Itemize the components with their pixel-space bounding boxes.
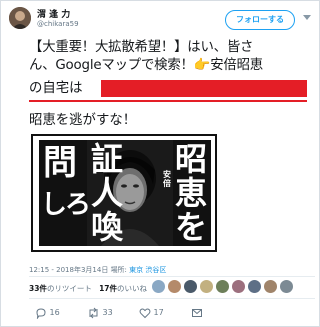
redaction-underline xyxy=(29,100,307,102)
retweet-label[interactable]: のリツイート xyxy=(47,284,92,293)
tweet-text-line: 【大重要！大拡散希望！】はい、皆さ xyxy=(29,40,254,55)
tweet-image[interactable]: 問 しろ 証人喚 昭恵を 安倍 xyxy=(31,134,217,252)
liker-avatar[interactable] xyxy=(215,279,230,294)
like-label[interactable]: のいいね xyxy=(117,284,147,293)
location-link[interactable]: 東京 渋谷区 xyxy=(129,266,166,274)
divider xyxy=(29,276,315,277)
tweet-text-line: 昭恵を逃がすな！ xyxy=(29,113,137,128)
liker-avatar[interactable] xyxy=(279,279,294,294)
redaction-bar xyxy=(101,80,307,97)
like-count[interactable]: 17件 xyxy=(99,284,117,293)
liker-avatar[interactable] xyxy=(231,279,246,294)
divider xyxy=(29,298,315,299)
retweet-count[interactable]: 33件 xyxy=(29,284,47,293)
poster-text: 問 xyxy=(43,143,77,183)
reply-count: 16 xyxy=(49,308,60,317)
liker-avatar[interactable] xyxy=(199,279,214,294)
liker-avatar[interactable] xyxy=(263,279,278,294)
mail-icon xyxy=(192,308,202,317)
tweet-text: 【大重要！大拡散希望！】はい、皆さ ん、Googleマップで検索！👉安倍昭恵 xyxy=(29,39,315,75)
poster-text: 証人喚 xyxy=(91,140,124,246)
direct-message-button[interactable] xyxy=(191,306,203,320)
poster-text: 昭恵を xyxy=(175,140,208,246)
poster-text: しろ xyxy=(41,190,91,220)
poster-background: 問 しろ 証人喚 昭恵を 安倍 xyxy=(39,140,211,246)
reply-icon xyxy=(36,307,46,320)
retweet-button[interactable]: 33 xyxy=(87,306,113,320)
like-button[interactable]: 17 xyxy=(139,306,164,320)
retweet-count: 33 xyxy=(102,308,113,317)
user-handle[interactable]: @chikara59 xyxy=(37,20,79,28)
timestamp[interactable]: 12:15 - 2018年3月14日 xyxy=(29,266,108,274)
tweet-timestamp: 12:15 - 2018年3月14日 場所: 東京 渋谷区 xyxy=(29,265,166,275)
reply-button[interactable]: 16 xyxy=(35,306,60,320)
tweet-text-line: ん、Googleマップで検索！👉安倍昭恵 xyxy=(29,58,263,73)
liker-avatar[interactable] xyxy=(151,279,166,294)
like-count: 17 xyxy=(153,308,164,317)
liker-avatar[interactable] xyxy=(183,279,198,294)
liker-avatar[interactable] xyxy=(167,279,182,294)
tweet-text-line: の自宅は xyxy=(29,81,83,96)
follow-button[interactable]: フォローする xyxy=(225,10,295,30)
user-name[interactable]: 渭 逢 力 xyxy=(37,7,70,20)
liker-avatar[interactable] xyxy=(247,279,262,294)
chevron-down-icon[interactable] xyxy=(303,15,311,20)
heart-icon xyxy=(139,308,151,318)
location-label: 場所: xyxy=(110,266,130,274)
retweet-icon xyxy=(89,307,98,318)
tweet-header: 渭 逢 力 @chikara59 フォローする xyxy=(1,1,320,37)
tweet-actions: 16 33 17 xyxy=(35,306,235,320)
tweet-card: 渭 逢 力 @chikara59 フォローする 【大重要！大拡散希望！】はい、皆… xyxy=(0,0,320,327)
avatar[interactable] xyxy=(9,7,31,29)
engagement-stats: 33件のリツイート 17件のいいね xyxy=(29,283,147,294)
poster-text: 安倍 xyxy=(163,170,171,188)
